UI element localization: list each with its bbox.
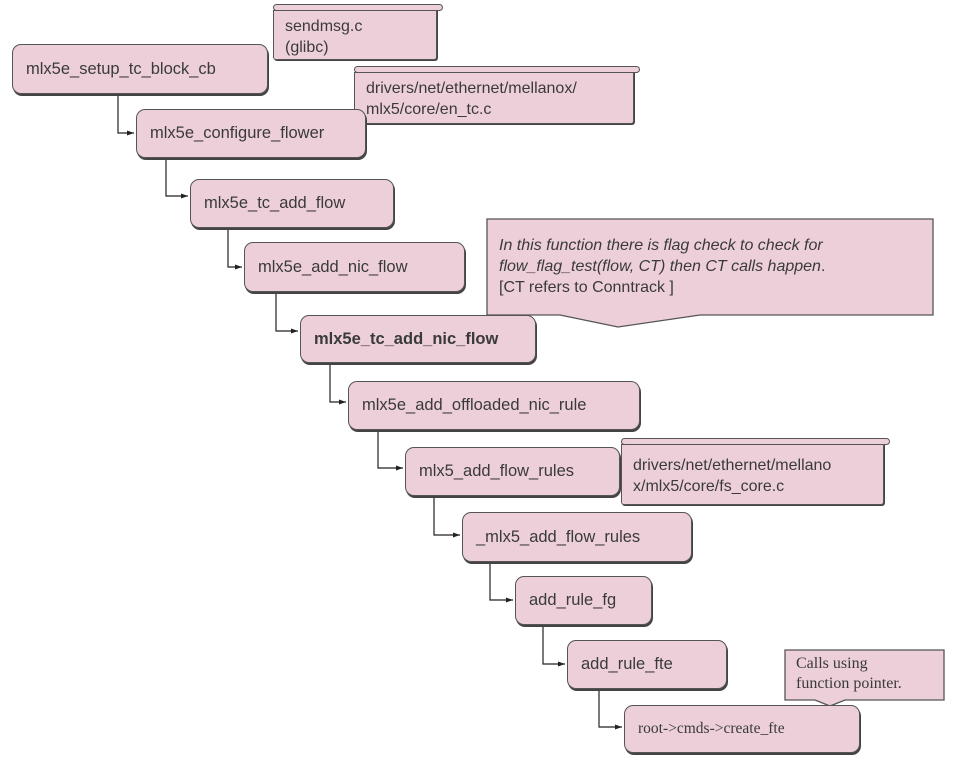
function-label: mlx5_add_flow_rules [419, 462, 575, 481]
function-node-setup-tc-block-cb: mlx5e_setup_tc_block_cb [12, 44, 268, 94]
function-node-add-nic-flow: mlx5e_add_nic_flow [244, 242, 465, 292]
function-label: add_rule_fte [581, 655, 673, 674]
function-node-add-rule-fg: add_rule_fg [515, 576, 652, 625]
connector-n10-n11 [598, 689, 622, 730]
scroll-roll [354, 66, 640, 73]
source-note-line: x/mlx5/core/fs_core.c [633, 478, 785, 495]
connector-n3-n4 [227, 228, 242, 270]
source-note-line: drivers/net/ethernet/mellanox/ [366, 80, 577, 97]
source-note-line: mlx5/core/en_tc.c [366, 101, 492, 118]
callout-line-tail: . [820, 258, 826, 275]
connector-n6-n7 [377, 430, 403, 471]
callout-line: In this function there is flag check to … [499, 237, 823, 254]
source-note-sendmsg: sendmsg.c (glibc) [273, 4, 443, 60]
connector-n4-n5 [275, 292, 298, 334]
function-node-create-fte: root->cmds->create_fte [624, 705, 860, 753]
function-label: mlx5e_tc_add_flow [204, 194, 346, 213]
function-label: root->cmds->create_fte [638, 720, 785, 738]
function-node-add-offloaded-nic-rule: mlx5e_add_offloaded_nic_rule [348, 381, 640, 430]
connector-n5-n6 [329, 363, 346, 405]
function-label: mlx5e_add_offloaded_nic_rule [362, 396, 587, 415]
fp-callout-text: Calls using function pointer. [796, 654, 902, 694]
source-note-line: (glibc) [285, 39, 329, 56]
ct-callout-text: In this function there is flag check to … [499, 235, 825, 298]
function-label: _mlx5_add_flow_rules [476, 527, 641, 546]
callout-line: flow_flag_test(flow, CT) then CT calls h… [499, 258, 821, 275]
callout-line: [CT refers to Conntrack ] [499, 279, 674, 296]
source-note-line: sendmsg.c [285, 18, 363, 35]
connector-n1-n2 [117, 94, 134, 136]
function-node-add-rule-fte: add_rule_fte [567, 640, 727, 689]
scroll-roll [273, 4, 443, 11]
function-label: add_rule_fg [529, 591, 617, 610]
connector-n7-n8 [433, 496, 460, 538]
function-label: mlx5e_configure_flower [150, 124, 325, 143]
function-node-internal-add-flow-rules: _mlx5_add_flow_rules [462, 512, 692, 562]
scroll-roll [621, 438, 890, 445]
source-note-fs-core: drivers/net/ethernet/mellano x/mlx5/core… [621, 438, 890, 505]
function-node-mlx5-add-flow-rules: mlx5_add_flow_rules [405, 447, 620, 496]
connector-n8-n9 [489, 562, 513, 603]
source-note-en-tc: drivers/net/ethernet/mellanox/ mlx5/core… [354, 66, 640, 124]
function-label: mlx5e_tc_add_nic_flow [314, 329, 499, 348]
connector-n2-n3 [165, 158, 188, 199]
callout-line: Calls using [796, 655, 868, 672]
function-node-tc-add-flow: mlx5e_tc_add_flow [190, 179, 394, 228]
callout-line: function pointer. [796, 675, 902, 692]
source-note-line: drivers/net/ethernet/mellano [633, 457, 832, 474]
connector-n9-n10 [542, 625, 565, 667]
function-node-configure-flower: mlx5e_configure_flower [136, 109, 366, 158]
function-label: mlx5e_add_nic_flow [258, 257, 408, 276]
function-node-tc-add-nic-flow: mlx5e_tc_add_nic_flow [300, 315, 536, 363]
function-label: mlx5e_setup_tc_block_cb [26, 59, 216, 78]
